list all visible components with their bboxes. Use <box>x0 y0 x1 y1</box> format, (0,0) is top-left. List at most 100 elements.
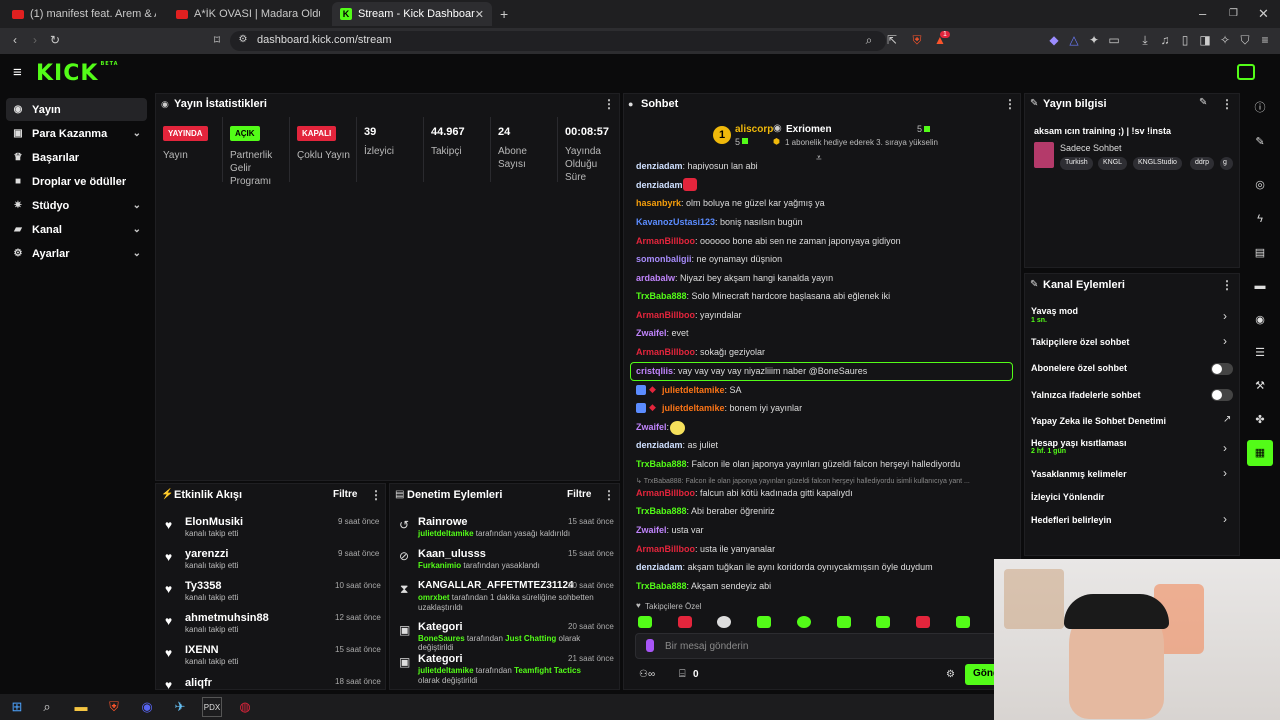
chat-username[interactable]: TrxBaba888 <box>636 581 687 591</box>
url-text[interactable]: dashboard.kick.com/stream <box>257 34 392 46</box>
brave-browser-icon[interactable]: ⛨ <box>104 697 124 717</box>
emote-icon[interactable] <box>638 616 652 628</box>
sidebar-icon[interactable]: ▯ <box>1178 33 1192 47</box>
action-label[interactable]: Takipçilere özel sohbet <box>1031 337 1129 347</box>
menu-icon[interactable]: ≡ <box>1258 33 1272 47</box>
emote-icon[interactable] <box>797 616 811 628</box>
steam-icon[interactable]: ✈ <box>170 697 190 717</box>
users-icon[interactable]: ⚇∞ <box>639 669 655 680</box>
tabs-icon[interactable]: ▭ <box>1107 33 1121 47</box>
category-name[interactable]: Sadece Sohbet <box>1060 143 1122 153</box>
site-settings-icon[interactable]: ⚙ <box>236 33 250 47</box>
mod-actor[interactable]: julietdeltamike <box>418 529 474 538</box>
emote-icon[interactable] <box>678 616 692 628</box>
nav-item-para-kazanma[interactable]: ▣ Para Kazanma ⌄ <box>6 122 147 145</box>
chevron-right-icon[interactable]: › <box>1223 512 1227 526</box>
more-options-icon[interactable]: ⋮ <box>1221 97 1233 111</box>
activity-user[interactable]: yarenzzi <box>185 548 228 560</box>
mod-target[interactable]: Kategori <box>418 621 463 633</box>
action-label[interactable]: Yasaklanmış kelimeler <box>1031 469 1127 479</box>
zoom-icon[interactable]: ⌕ <box>862 33 876 47</box>
puzzle-icon[interactable]: ✤ <box>1247 407 1273 433</box>
nav-item-studyo[interactable]: ✷ Stüdyo ⌄ <box>6 194 147 217</box>
info-icon[interactable]: ⓘ <box>1247 95 1273 121</box>
activity-user[interactable]: ElonMusiki <box>185 516 243 528</box>
action-label[interactable]: Hesap yaşı kısıtlaması <box>1031 438 1127 448</box>
chat-username[interactable]: Zwaifel <box>636 525 667 535</box>
hamburger-icon[interactable]: ≡ <box>13 64 22 81</box>
mod-actor[interactable]: omrxbet <box>418 593 450 602</box>
lightning-icon[interactable]: ϟ <box>1247 206 1273 232</box>
tag-chip[interactable]: KNGLStudio <box>1133 157 1182 170</box>
camera-icon[interactable]: ◎ <box>1247 172 1273 198</box>
window-close-icon[interactable]: ✕ <box>1258 6 1269 22</box>
chat-username[interactable]: TrxBaba888 <box>644 478 682 485</box>
chat-input-placeholder[interactable]: Bir mesaj gönderin <box>665 641 748 652</box>
chat-username[interactable]: hasanbyrk <box>636 198 681 208</box>
nav-item-ayarlar[interactable]: ⚙ Ayarlar ⌄ <box>6 242 147 265</box>
activity-filter-button[interactable]: Filtre <box>333 489 357 500</box>
chat-username[interactable]: TrxBaba888 <box>636 506 687 516</box>
minimize-icon[interactable]: – <box>1199 6 1206 21</box>
chat-username[interactable]: Zwaifel <box>636 422 667 432</box>
tag-chip[interactable]: g <box>1220 157 1233 170</box>
mod-target[interactable]: Kaan_ulusss <box>418 548 486 560</box>
discord-icon[interactable]: ◉ <box>137 697 157 717</box>
top-gifter-name[interactable]: aliscorp <box>735 124 773 135</box>
activity-user[interactable]: ahmetmuhsin88 <box>185 612 269 624</box>
nav-item-basarilar[interactable]: ♛ Başarılar <box>6 146 147 169</box>
user-avatar-icon[interactable] <box>1237 64 1255 80</box>
edit-icon[interactable]: ✎ <box>1199 97 1207 108</box>
emote-icon[interactable] <box>916 616 930 628</box>
grid-icon[interactable]: ▦ <box>1247 440 1273 466</box>
wrench-icon[interactable]: ⚒ <box>1247 373 1273 399</box>
layers-icon[interactable]: ☰ <box>1247 340 1273 366</box>
chat-username[interactable]: cristqliis <box>636 366 673 376</box>
close-tab-icon[interactable]: ✕ <box>475 8 484 21</box>
bookmark-icon[interactable]: ⌑ <box>210 33 224 47</box>
browser-tab[interactable]: A*İK OVASI | Madara Olduk #625 - Yo <box>168 2 328 26</box>
chevron-right-icon[interactable]: › <box>1223 334 1227 348</box>
chat-username[interactable]: ArmanBillboo <box>636 488 695 498</box>
share-icon[interactable]: ⇱ <box>885 33 899 47</box>
chat-username[interactable]: Zwaifel <box>636 328 667 338</box>
chat-settings-icon[interactable]: ⚙ <box>946 669 955 680</box>
more-options-icon[interactable]: ⋮ <box>370 488 382 502</box>
chat-username[interactable]: ArmanBillboo <box>636 236 695 246</box>
chat-username[interactable]: TrxBaba888 <box>636 291 687 301</box>
mod-actor[interactable]: Furkanimio <box>418 561 461 570</box>
reload-icon[interactable]: ↻ <box>48 33 62 47</box>
chat-username[interactable]: ArmanBillboo <box>636 310 695 320</box>
activity-user[interactable]: aliqfr <box>185 677 212 689</box>
forward-icon[interactable]: › <box>28 33 42 47</box>
app-icon[interactable]: ◍ <box>235 697 255 717</box>
tag-chip[interactable]: ddrp <box>1190 157 1215 170</box>
external-link-icon[interactable]: ↗ <box>1223 414 1231 425</box>
search-icon[interactable]: ⌕ <box>37 697 57 717</box>
chat-username[interactable]: denziadam <box>636 440 683 450</box>
chat-bubble-icon[interactable]: ▬ <box>1247 273 1273 299</box>
new-tab-icon[interactable]: + <box>500 6 508 22</box>
chat-username[interactable]: ArmanBillboo <box>636 544 695 554</box>
gift-icon[interactable]: ⌸ <box>679 668 686 681</box>
microphone-icon[interactable] <box>646 639 654 652</box>
action-label[interactable]: Hedefleri belirleyin <box>1031 515 1112 525</box>
brave-shield-icon[interactable]: ⛨ <box>910 33 924 47</box>
emote-icon[interactable] <box>956 616 970 628</box>
moderation-filter-button[interactable]: Filtre <box>567 489 591 500</box>
chat-username[interactable]: denziadam <box>636 161 683 170</box>
back-icon[interactable]: ‹ <box>8 33 22 47</box>
kick-logo[interactable]: KICK BETA <box>36 61 119 86</box>
file-explorer-icon[interactable]: ▬ <box>71 697 91 717</box>
emote-icon[interactable] <box>876 616 890 628</box>
emote-icon[interactable] <box>717 616 731 628</box>
chat-username[interactable]: KavanozUstasi123 <box>636 217 715 227</box>
vpn-icon[interactable]: ⛉ <box>1238 33 1252 47</box>
mod-target[interactable]: Rainrowe <box>418 516 468 528</box>
puzzle-icon[interactable]: ✦ <box>1087 33 1101 47</box>
ai-icon[interactable]: ✧ <box>1218 33 1232 47</box>
mod-category[interactable]: Just Chatting <box>505 634 556 643</box>
chat-username[interactable]: ArmanBillboo <box>636 347 695 357</box>
nav-item-yayin[interactable]: ◉ Yayın <box>6 98 147 121</box>
restore-icon[interactable]: ❐ <box>1229 8 1238 19</box>
